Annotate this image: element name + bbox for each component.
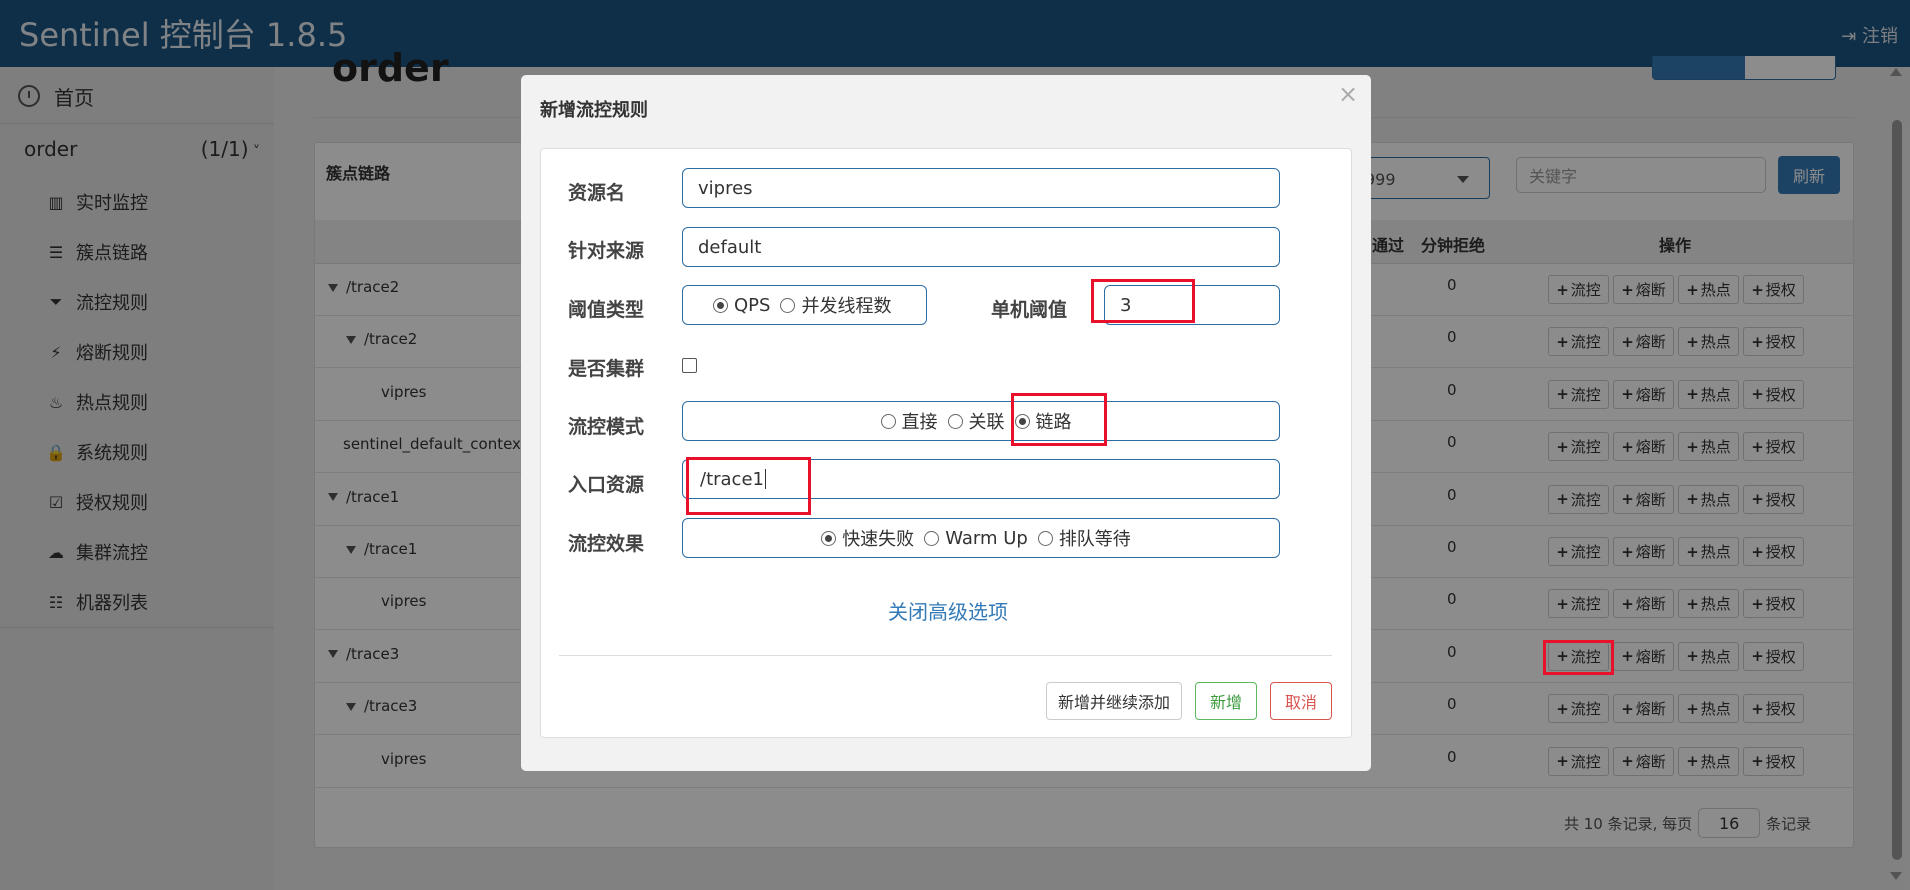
limit-app-input[interactable]: default (682, 227, 1280, 267)
effect-option-fail-fast[interactable]: 快速失败 (821, 525, 914, 551)
radio-icon (1037, 530, 1053, 546)
resource-input[interactable]: vipres (682, 168, 1280, 208)
resource-label: 资源名 (568, 182, 626, 204)
strategy-radio-group: 直接 关联 链路 (682, 401, 1280, 441)
radio-icon (780, 297, 796, 313)
radio-icon (924, 530, 940, 546)
strategy-label: 流控模式 (568, 416, 645, 438)
add-and-continue-button[interactable]: 新增并继续添加 (1046, 682, 1182, 720)
cluster-label: 是否集群 (568, 358, 645, 380)
modal-title: 新增流控规则 (540, 100, 648, 121)
radio-checked-icon (821, 530, 837, 546)
effect-option-warm-up[interactable]: Warm Up (924, 528, 1028, 549)
grade-option-thread[interactable]: 并发线程数 (780, 292, 891, 318)
add-button[interactable]: 新增 (1195, 682, 1257, 720)
count-label: 单机阈值 (991, 299, 1068, 321)
highlight-flow-button (1543, 640, 1614, 675)
effect-label: 流控效果 (568, 533, 645, 555)
strategy-option-relate[interactable]: 关联 (947, 408, 1005, 434)
radio-icon (880, 413, 896, 429)
ref-resource-label: 入口资源 (568, 474, 645, 496)
cluster-checkbox[interactable] (682, 358, 697, 373)
highlight-ref-resource (686, 457, 811, 515)
effect-option-queue[interactable]: 排队等待 (1037, 525, 1131, 551)
grade-radio-group: QPS 并发线程数 (682, 285, 927, 325)
radio-icon (947, 413, 963, 429)
limit-app-label: 针对来源 (568, 240, 645, 262)
highlight-count (1091, 279, 1195, 323)
toggle-advanced-link[interactable]: 关闭高级选项 (888, 596, 1008, 625)
radio-checked-icon (713, 297, 728, 313)
modal-divider (559, 655, 1332, 656)
close-icon[interactable]: × (1338, 80, 1358, 108)
highlight-chain-mode (1011, 393, 1107, 446)
grade-option-qps[interactable]: QPS (713, 295, 770, 316)
grade-label: 阈值类型 (568, 299, 645, 321)
strategy-option-direct[interactable]: 直接 (880, 408, 938, 434)
effect-radio-group: 快速失败 Warm Up 排队等待 (682, 518, 1280, 558)
cancel-button[interactable]: 取消 (1270, 682, 1332, 720)
